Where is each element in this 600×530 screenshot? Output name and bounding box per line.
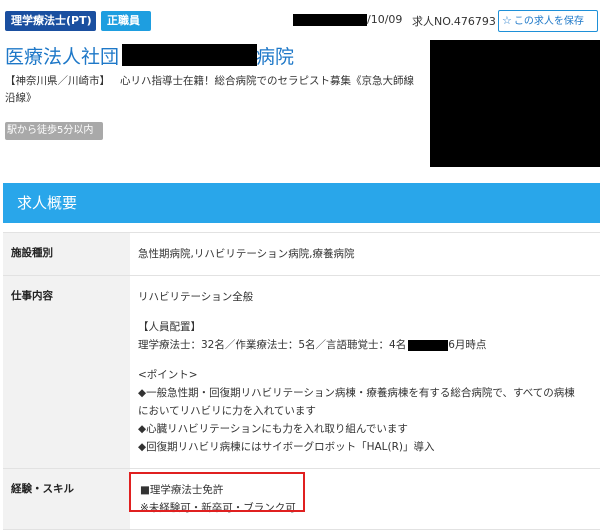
table-row: 仕事内容 リハビリテーション全般 【人員配置】 理学療法士：32名／作業療法士：…: [3, 275, 600, 469]
job-number: 求人NO.476793: [412, 15, 496, 28]
section-header-job-summary: 求人概要: [3, 183, 600, 223]
point-line: ◆回復期リハビリ病棟にはサイボーグロボット「HAL(R)」導入: [138, 441, 435, 453]
redacted-facility-photo: [430, 40, 600, 167]
staffing-text: 理学療法士：32名／作業療法士：5名／言語聴覚士：4名: [138, 339, 407, 351]
point-line: ◆一般急性期・回復期リハビリテーション病棟・療養病棟を有する総合病院で、すべての…: [138, 387, 575, 399]
redacted-year: [408, 339, 449, 351]
employment-type-tag: 正職員: [101, 11, 151, 31]
job-content-label: 仕事内容: [3, 275, 130, 469]
point-heading: <ポイント>: [138, 369, 198, 381]
experience-label: 経験・スキル: [3, 468, 130, 530]
profession-tag: 理学療法士(PT): [5, 11, 96, 31]
save-job-button[interactable]: ☆ この求人を保存: [498, 10, 598, 32]
staffing-suffix: 6月時点: [448, 339, 487, 351]
point-line: ◆心臓リハビリテーションにも力を入れ取り組んでいます: [138, 423, 408, 435]
redacted-date-prefix: [293, 14, 367, 26]
title-prefix: 医療法人社団: [5, 46, 120, 68]
facility-type-label: 施設種別: [3, 232, 130, 276]
access-badge: 駅から徒歩5分以内: [5, 122, 103, 140]
point-line: においてリハビリに力を入れています: [138, 405, 316, 417]
staffing-line: 理学療法士：32名／作業療法士：5名／言語聴覚士：4名 6月時点: [138, 336, 592, 354]
job-content-value: リハビリテーション全般 【人員配置】 理学療法士：32名／作業療法士：5名／言語…: [130, 275, 600, 469]
staffing-heading: 【人員配置】: [138, 321, 201, 333]
table-row: 施設種別 急性期病院,リハビリテーション病院,療養病院: [3, 232, 600, 276]
facility-type-value: 急性期病院,リハビリテーション病院,療養病院: [130, 232, 600, 276]
save-job-label: この求人を保存: [513, 16, 584, 27]
highlight-box: [129, 472, 305, 512]
title-suffix: 病院: [256, 46, 295, 68]
star-outline-icon: ☆: [502, 14, 512, 27]
location-prefecture: 【神奈川県／川崎市】: [5, 75, 110, 87]
job-content-line: リハビリテーション全般: [138, 291, 254, 303]
redacted-facility-name: [122, 44, 257, 66]
location-description: 【神奈川県／川崎市】 心リハ指導士在籍！総合病院でのセラピスト募集《京急大師線沿線…: [5, 73, 420, 107]
facility-title[interactable]: 医療法人社団 病院: [5, 42, 294, 69]
posting-date: /10/09: [367, 13, 403, 26]
